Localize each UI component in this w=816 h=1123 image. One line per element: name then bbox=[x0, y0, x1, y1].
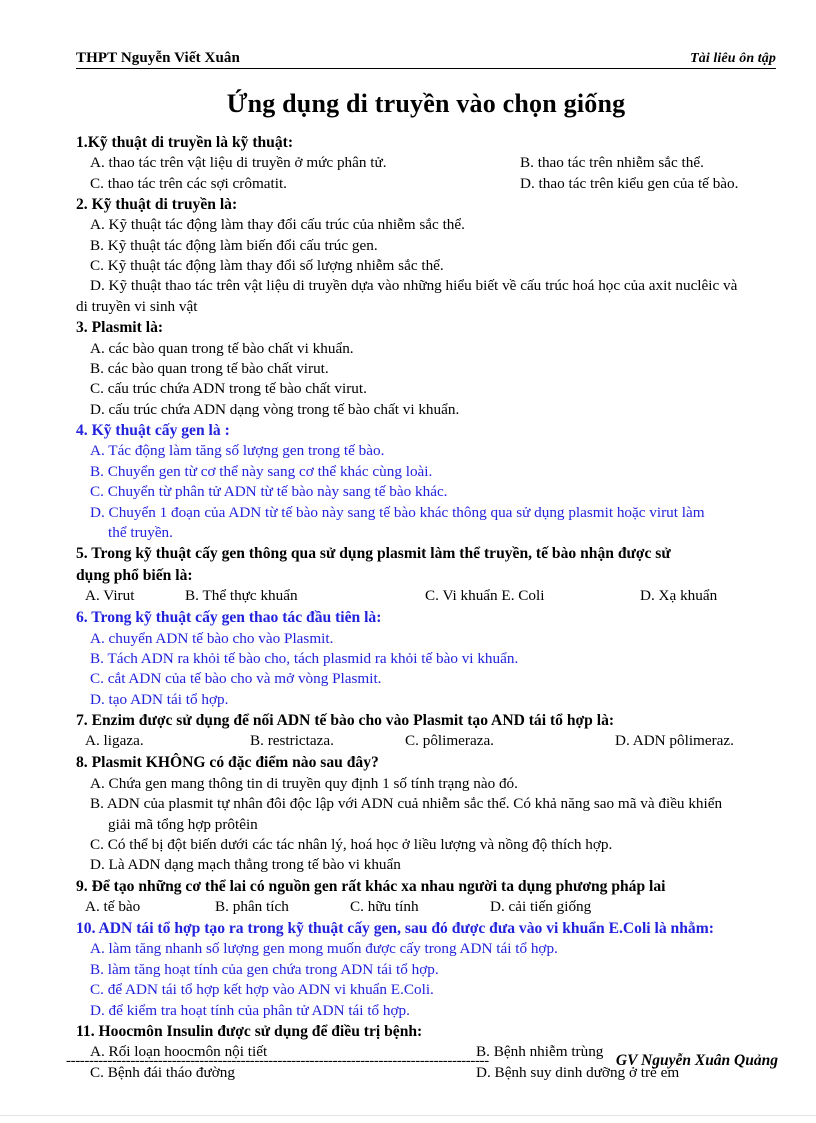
question-options: A. Virut B. Thể thực khuẩn C. Vi khuẩn E… bbox=[76, 586, 776, 607]
question-stem-wrap: dụng phổ biến là: bbox=[76, 566, 193, 584]
question-stem: 8. Plasmit KHÔNG có đặc điểm nào sau đây… bbox=[76, 754, 379, 772]
option-a: A. tế bào bbox=[85, 898, 141, 915]
page-title: Ứng dụng di truyền vào chọn giống bbox=[226, 88, 626, 118]
option-a: A. chuyển ADN tế bào cho vào Plasmit. bbox=[90, 629, 334, 647]
document-header: THPT Nguyễn Viết Xuân Tài liêu ôn tập bbox=[76, 50, 776, 69]
option-d: D. Kỹ thuật thao tác trên vật liệu di tr… bbox=[76, 276, 776, 317]
option-d: D. Chuyển 1 đoạn của ADN từ tế bào này s… bbox=[76, 503, 776, 544]
option-c: C. cắt ADN của tế bào cho và mở vòng Pla… bbox=[90, 670, 382, 688]
option-a: A. Virut bbox=[85, 587, 135, 605]
option-b: B. thao tác trên nhiễm sắc thể. bbox=[520, 154, 704, 172]
option-a: A. ligaza. bbox=[85, 732, 144, 750]
question-block: 3. Plasmit là: A. các bào quan trong tế … bbox=[76, 318, 776, 420]
question-block: 1.Kỹ thuật di truyền là kỹ thuật: A. tha… bbox=[76, 133, 776, 194]
option-d: D. để kiểm tra hoạt tính của phân tử ADN… bbox=[90, 1001, 410, 1019]
question-stem: 6. Trong kỹ thuật cấy gen thao tác đầu t… bbox=[76, 609, 382, 627]
question-block: 7. Enzim được sử dụng để nối ADN tế bào … bbox=[76, 711, 776, 752]
option-c: C. Chuyển từ phân tử ADN từ tế bào này s… bbox=[90, 483, 448, 501]
school-name: THPT Nguyễn Viết Xuân bbox=[76, 50, 240, 66]
option-c: C. để ADN tái tổ hợp kết hợp vào ADN vi … bbox=[90, 981, 434, 999]
option-row: C. thao tác trên các sợi crômatit. D. th… bbox=[76, 174, 776, 194]
option-d-text: D. Chuyển 1 đoạn của ADN từ tế bào này s… bbox=[90, 503, 705, 521]
question-options: A. các bào quan trong tế bào chất vi khu… bbox=[76, 339, 776, 420]
question-block: 10. ADN tái tổ hợp tạo ra trong kỹ thuật… bbox=[76, 919, 776, 1021]
question-options: A. Tác động làm tăng số lượng gen trong … bbox=[76, 441, 776, 543]
question-stem: 1.Kỹ thuật di truyền là kỹ thuật: bbox=[76, 133, 294, 151]
option-d: D. Là ADN dạng mạch thẳng trong tế bào v… bbox=[90, 856, 401, 874]
question-stem: 5. Trong kỹ thuật cấy gen thông qua sử d… bbox=[76, 545, 671, 563]
question-options: A. Chứa gen mang thông tin di truyền quy… bbox=[76, 774, 776, 876]
option-b: B. ADN của plasmit tự nhân đôi độc lập v… bbox=[76, 794, 776, 835]
document-page: THPT Nguyễn Viết Xuân Tài liêu ôn tập Ứn… bbox=[0, 0, 816, 1123]
question-block: 6. Trong kỹ thuật cấy gen thao tác đầu t… bbox=[76, 608, 776, 710]
question-block: 2. Kỹ thuật di truyền là: A. Kỹ thuật tá… bbox=[76, 195, 776, 317]
question-stem: 2. Kỹ thuật di truyền là: bbox=[76, 195, 238, 213]
option-c: C. cấu trúc chứa ADN trong tế bào chất v… bbox=[90, 380, 367, 398]
option-c: C. Vi khuẩn E. Coli bbox=[425, 587, 545, 605]
option-b: B. Chuyển gen từ cơ thể này sang cơ thể … bbox=[90, 462, 433, 480]
option-c: C. thao tác trên các sợi crômatit. bbox=[90, 174, 287, 192]
option-d-wrap: thể truyền. bbox=[108, 523, 173, 541]
option-a: A. thao tác trên vật liệu di truyền ở mứ… bbox=[90, 154, 387, 172]
option-d: D. cải tiến giống bbox=[490, 898, 592, 915]
question-stem: 9. Để tạo những cơ thể lai có nguồn gen … bbox=[76, 877, 666, 895]
question-options: A. ligaza. B. restrictaza. C. pôlimeraza… bbox=[76, 731, 776, 752]
question-options: A. tế bào B. phân tích C. hữu tính D. cả… bbox=[76, 897, 776, 918]
question-stem: 11. Hoocmôn Insulin được sử dụng để điều… bbox=[76, 1022, 423, 1040]
option-d: D. tạo ADN tái tổ hợp. bbox=[90, 690, 229, 708]
option-d: D. cấu trúc chứa ADN dạng vòng trong tế … bbox=[90, 400, 460, 418]
teacher-signature: GV Nguyễn Xuân Quảng bbox=[615, 1052, 778, 1069]
option-c: C. Có thể bị đột biến dưới các tác nhân … bbox=[90, 835, 613, 853]
footer-divider: ----------------------------------------… bbox=[66, 1053, 489, 1069]
option-d-wrap: di truyền vi sinh vật bbox=[76, 297, 198, 315]
option-d: D. Xạ khuẩn bbox=[640, 587, 718, 605]
option-a: A. làm tăng nhanh số lượng gen mong muốn… bbox=[90, 940, 558, 958]
document-footer: ----------------------------------------… bbox=[66, 1052, 778, 1070]
question-options: A. thao tác trên vật liệu di truyền ở mứ… bbox=[76, 153, 776, 194]
option-b: B. Kỹ thuật tác động làm biến đổi cấu tr… bbox=[90, 236, 378, 254]
question-options: A. làm tăng nhanh số lượng gen mong muốn… bbox=[76, 939, 776, 1020]
option-a: A. Tác động làm tăng số lượng gen trong … bbox=[90, 442, 385, 460]
question-options: A. Kỹ thuật tác động làm thay đổi cấu tr… bbox=[76, 215, 776, 317]
option-b-wrap: giải mã tổng hợp prôtêin bbox=[108, 815, 258, 833]
question-stem: 7. Enzim được sử dụng để nối ADN tế bào … bbox=[76, 711, 615, 729]
question-block: 8. Plasmit KHÔNG có đặc điểm nào sau đây… bbox=[76, 753, 776, 875]
option-row: A. thao tác trên vật liệu di truyền ở mứ… bbox=[76, 153, 776, 173]
option-b: B. phân tích bbox=[215, 898, 289, 915]
option-a: A. Kỹ thuật tác động làm thay đổi cấu tr… bbox=[90, 216, 465, 234]
question-block: 9. Để tạo những cơ thể lai có nguồn gen … bbox=[76, 877, 776, 918]
page-bottom-edge bbox=[0, 1115, 816, 1116]
option-c: C. Kỹ thuật tác động làm thay đổi số lượ… bbox=[90, 257, 444, 275]
question-stem: 3. Plasmit là: bbox=[76, 319, 164, 337]
option-b: B. Tách ADN ra khỏi tế bào cho, tách pla… bbox=[90, 649, 519, 667]
option-d-text: D. Kỹ thuật thao tác trên vật liệu di tr… bbox=[90, 277, 738, 295]
question-stem: 10. ADN tái tổ hợp tạo ra trong kỹ thuật… bbox=[76, 920, 714, 937]
option-a: A. Chứa gen mang thông tin di truyền quy… bbox=[90, 774, 518, 792]
question-block: 4. Kỹ thuật cấy gen là : A. Tác động làm… bbox=[76, 421, 776, 543]
question-options: A. chuyển ADN tế bào cho vào Plasmit. B.… bbox=[76, 629, 776, 710]
option-b: B. restrictaza. bbox=[250, 732, 334, 750]
option-d: D. ADN pôlimeraz. bbox=[615, 732, 734, 750]
option-a: A. các bào quan trong tế bào chất vi khu… bbox=[90, 339, 354, 357]
option-c: C. pôlimeraza. bbox=[405, 732, 494, 750]
option-b: B. các bào quan trong tế bào chất virut. bbox=[90, 359, 329, 377]
option-d: D. thao tác trên kiểu gen của tế bào. bbox=[520, 174, 739, 192]
question-stem: 4. Kỹ thuật cấy gen là : bbox=[76, 422, 230, 440]
option-b: B. làm tăng hoạt tính của gen chứa trong… bbox=[90, 960, 439, 978]
document-type-label: Tài liêu ôn tập bbox=[690, 51, 776, 67]
option-b-text: B. ADN của plasmit tự nhân đôi độc lập v… bbox=[90, 795, 723, 813]
option-c: C. hữu tính bbox=[350, 898, 419, 915]
document-content: THPT Nguyễn Viết Xuân Tài liêu ôn tập Ứn… bbox=[76, 50, 776, 1083]
option-b: B. Thể thực khuẩn bbox=[185, 587, 298, 605]
question-block: 5. Trong kỹ thuật cấy gen thông qua sử d… bbox=[76, 544, 776, 607]
